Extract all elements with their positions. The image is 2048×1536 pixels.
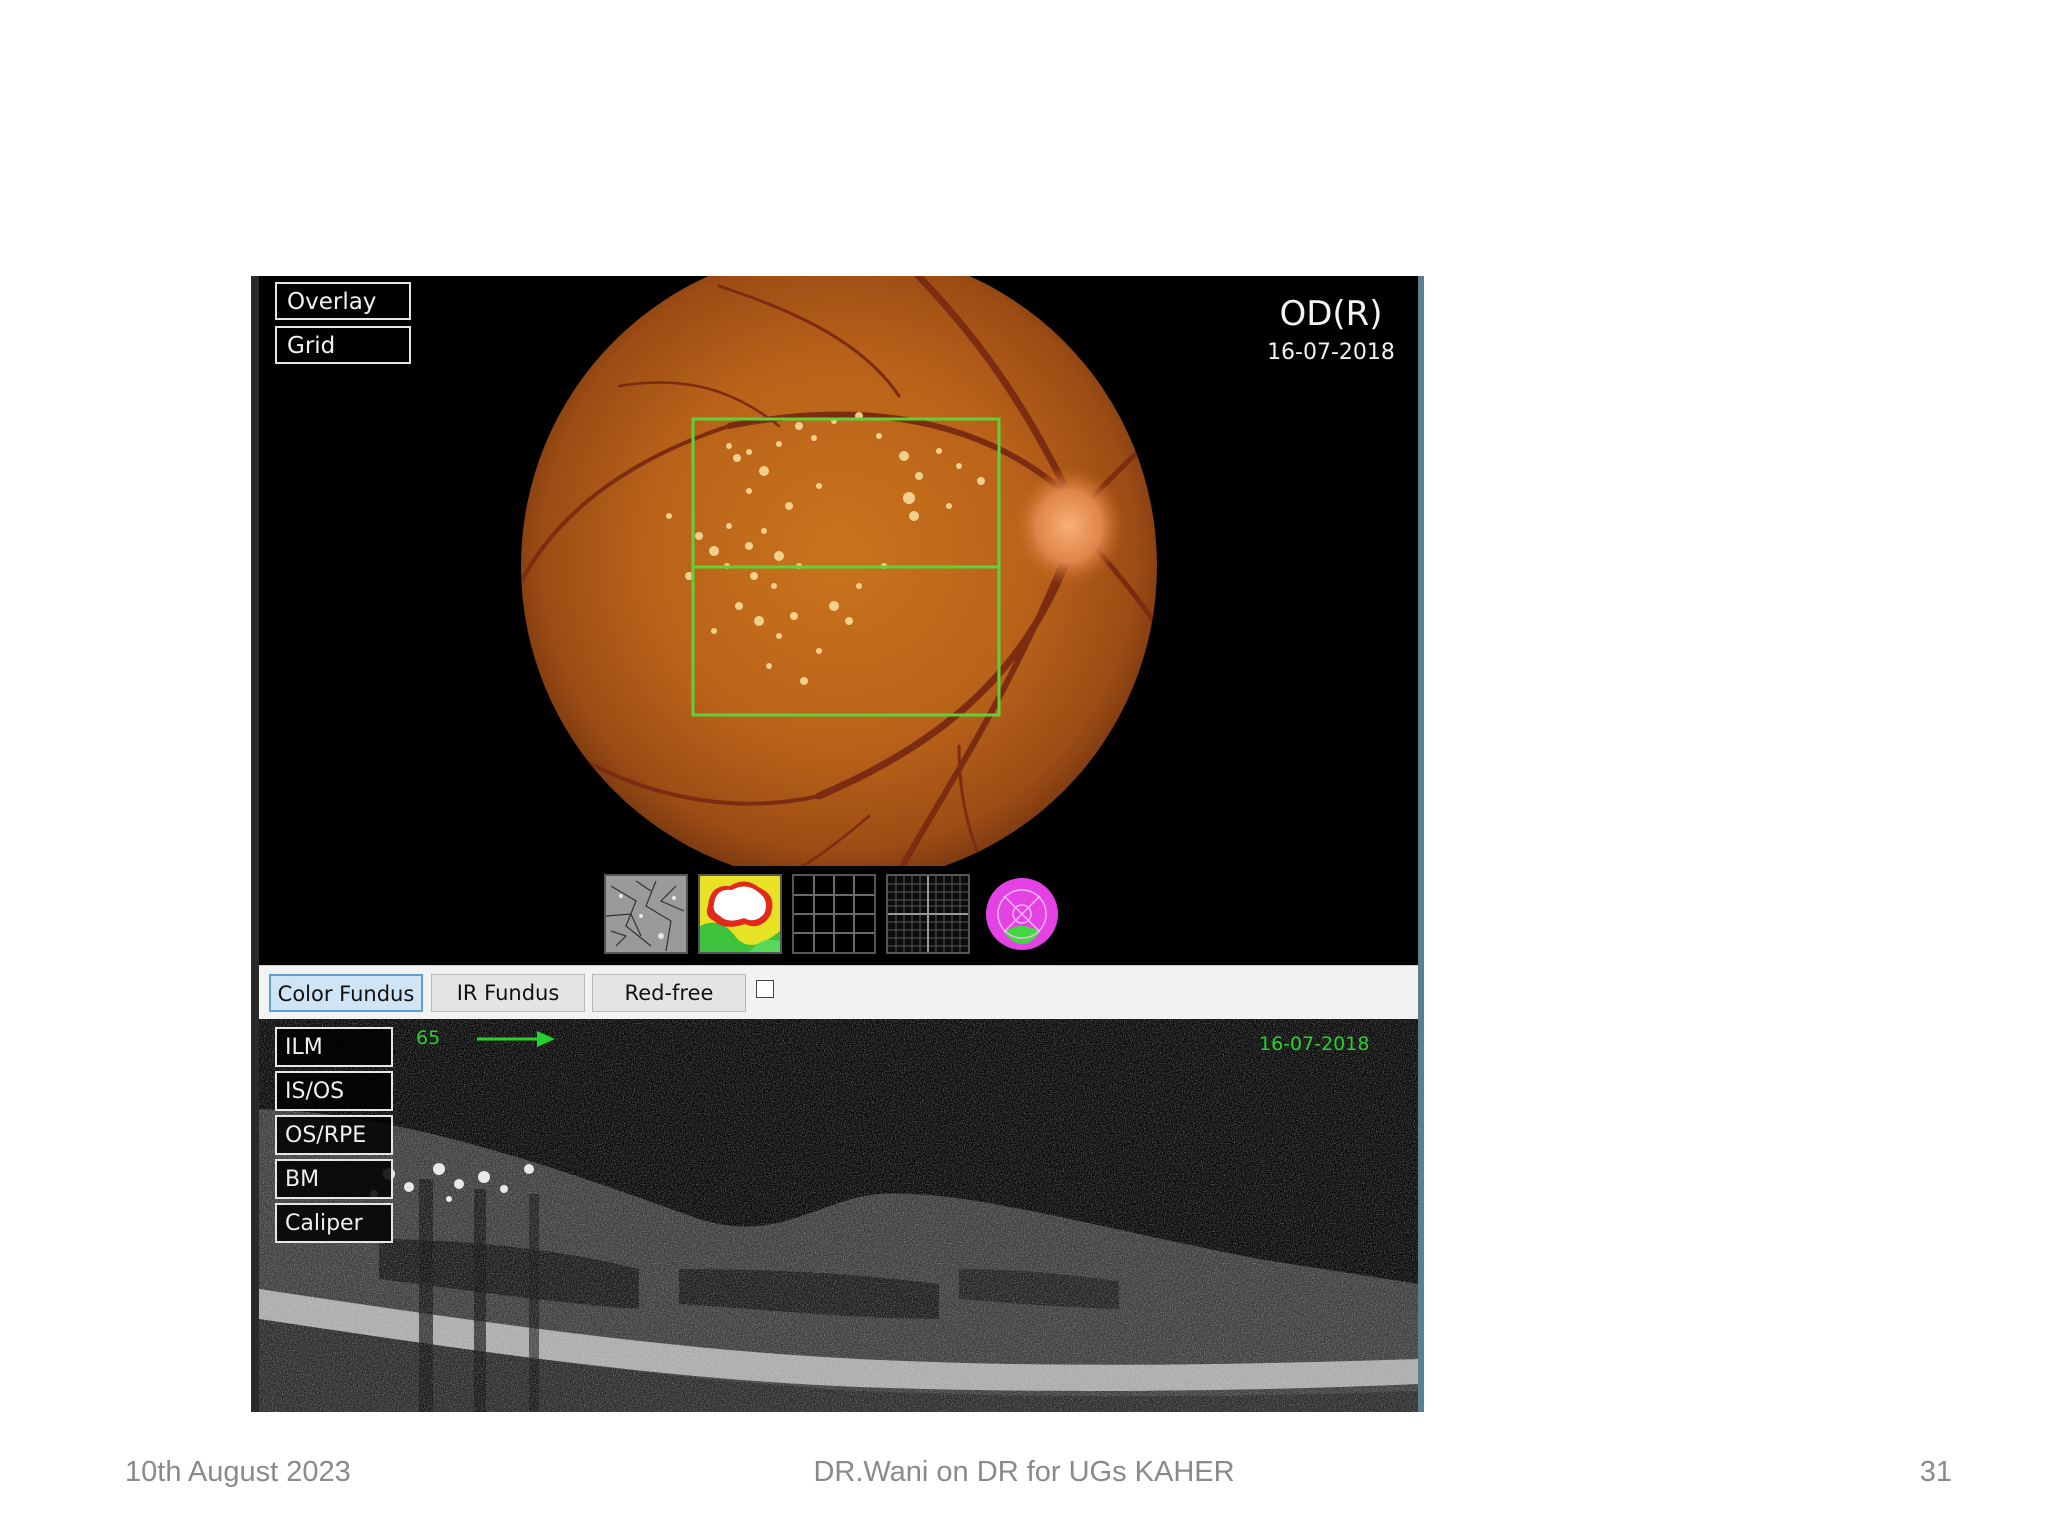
fundus-texture-thumbnail[interactable] <box>604 874 688 954</box>
thickness-map-thumbnail[interactable] <box>698 874 782 954</box>
oct-bscan-pane: ILM IS/OS OS/RPE BM Caliper 65 16-07-201… <box>259 1019 1418 1412</box>
ilm-button[interactable]: ILM <box>275 1027 393 1067</box>
etdrs-circle-thumbnail[interactable] <box>980 874 1064 954</box>
grid-button[interactable]: Grid <box>275 326 411 364</box>
fundus-date: 16-07-2018 <box>1267 340 1395 365</box>
oct-date: 16-07-2018 <box>1259 1033 1370 1055</box>
slide-title: DR.Wani on DR for UGs KAHER <box>813 1456 1235 1488</box>
fine-grid-thumbnail[interactable] <box>886 874 970 954</box>
is-os-button[interactable]: IS/OS <box>275 1071 393 1111</box>
grid-thumbnail[interactable] <box>792 874 876 954</box>
ir-fundus-tab[interactable]: IR Fundus <box>431 974 585 1012</box>
oct-bscan-image[interactable] <box>259 1019 1418 1412</box>
scan-direction-arrow-icon <box>477 1031 555 1047</box>
fundus-image[interactable] <box>259 276 1418 965</box>
slide-page-number: 31 <box>1919 1456 1952 1488</box>
image-mode-toolbar: Color Fundus IR Fundus Red-free <box>259 965 1418 1021</box>
oct-viewer-window: Overlay Grid OD(R) 16-07-2018 Color Fund… <box>251 276 1424 1412</box>
overlay-button[interactable]: Overlay <box>275 282 411 320</box>
bm-button[interactable]: BM <box>275 1159 393 1199</box>
caliper-button[interactable]: Caliper <box>275 1203 393 1243</box>
scan-number: 65 <box>416 1027 441 1049</box>
eye-label: OD(R) <box>1279 294 1383 334</box>
os-rpe-button[interactable]: OS/RPE <box>275 1115 393 1155</box>
red-free-tab[interactable]: Red-free <box>592 974 746 1012</box>
toolbar-checkbox[interactable] <box>756 980 774 998</box>
color-fundus-tab[interactable]: Color Fundus <box>269 974 423 1012</box>
fundus-pane: Overlay Grid OD(R) 16-07-2018 <box>259 276 1418 965</box>
